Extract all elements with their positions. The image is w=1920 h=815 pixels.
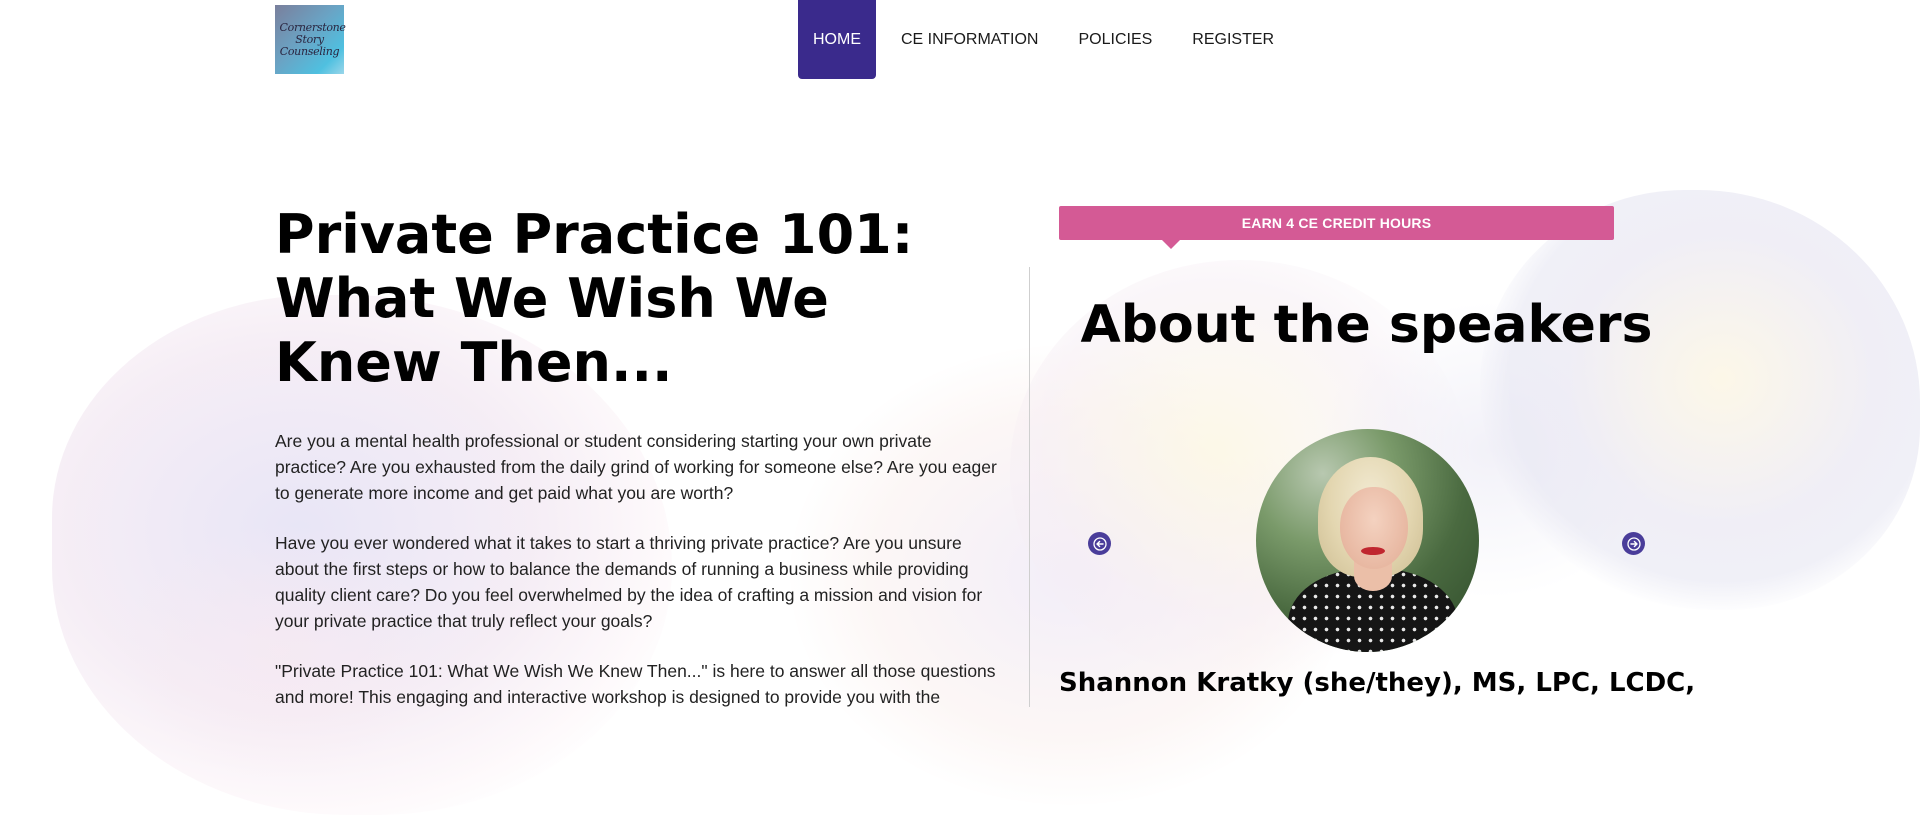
column-divider <box>1029 267 1030 707</box>
nav-item-ce-information[interactable]: CE INFORMATION <box>886 0 1053 79</box>
nav-item-home[interactable]: HOME <box>798 0 876 79</box>
speaker-photo <box>1256 429 1479 652</box>
nav-item-policies[interactable]: POLICIES <box>1063 0 1167 79</box>
intro-paragraph: Are you a mental health professional or … <box>275 431 997 503</box>
logo-text: Cornerstone Story Counseling <box>279 20 346 58</box>
ce-credit-banner-label: EARN 4 CE CREDIT HOURS <box>1241 215 1432 231</box>
speaker-name: Shannon Kratky (she/they), MS, LPC, LCDC… <box>1059 668 1696 698</box>
photo-face <box>1340 487 1408 569</box>
carousel-prev-button[interactable] <box>1088 532 1111 555</box>
arrow-right-icon <box>1626 536 1641 551</box>
ce-credit-banner: EARN 4 CE CREDIT HOURS <box>1059 206 1614 240</box>
intro-paragraph: "Private Practice 101: What We Wish We K… <box>275 661 996 707</box>
page-title: Private Practice 101: What We Wish We Kn… <box>275 203 914 394</box>
banner-pointer <box>1162 240 1180 249</box>
arrow-left-icon <box>1092 536 1107 551</box>
intro-paragraph: Have you ever wondered what it takes to … <box>275 533 983 631</box>
nav-item-register[interactable]: REGISTER <box>1177 0 1289 79</box>
speakers-heading: About the speakers <box>1080 295 1653 355</box>
main-nav: HOME CE INFORMATION POLICIES REGISTER <box>798 0 1299 79</box>
photo-lips <box>1361 547 1385 555</box>
site-logo[interactable]: Cornerstone Story Counseling <box>275 5 346 74</box>
carousel-next-button[interactable] <box>1622 532 1645 555</box>
